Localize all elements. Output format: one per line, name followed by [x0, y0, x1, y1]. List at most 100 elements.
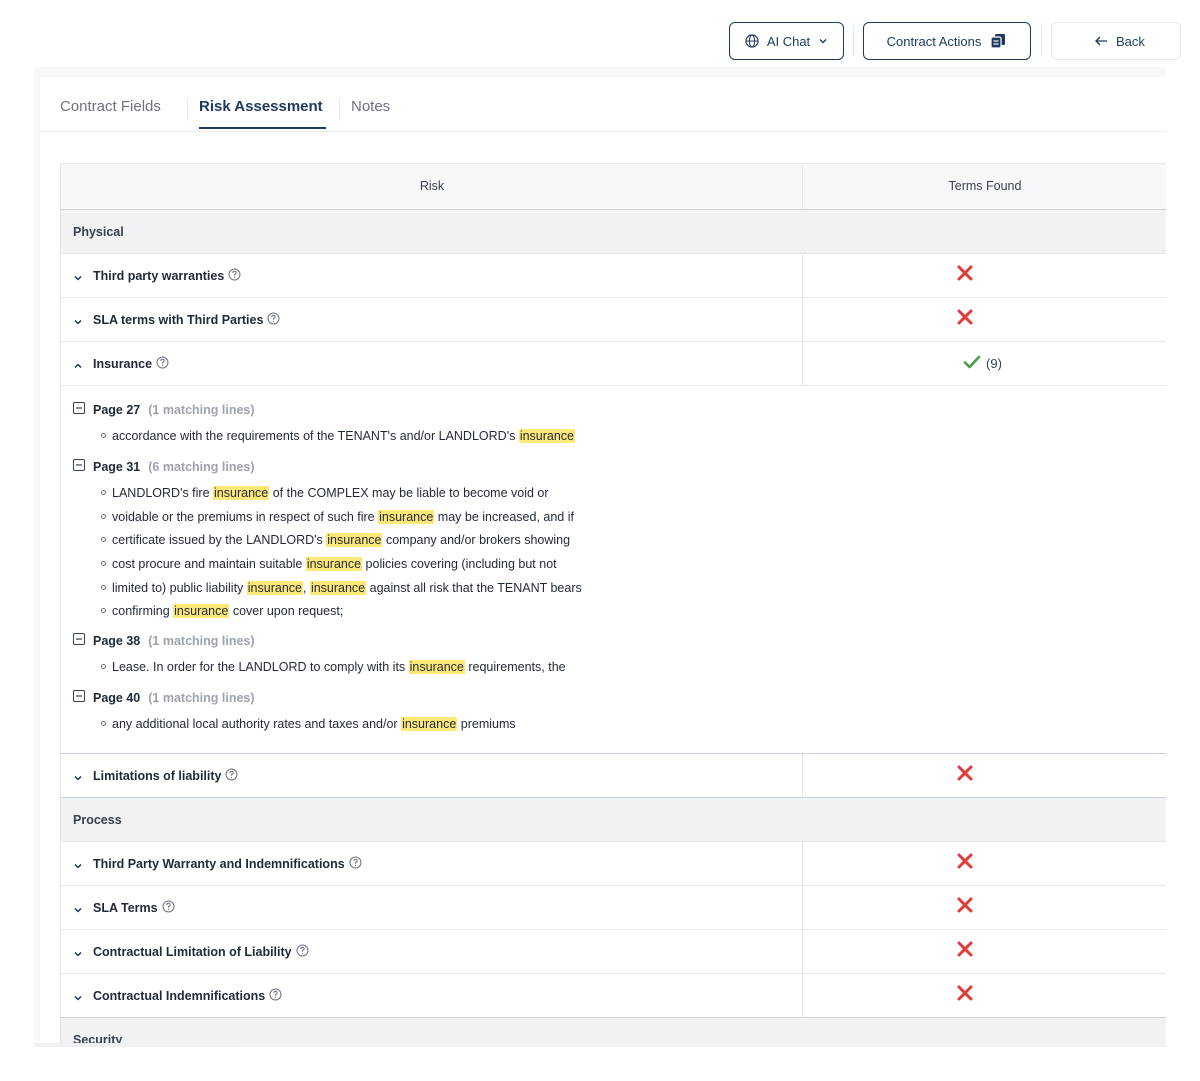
contract-actions-label: Contract Actions	[886, 33, 982, 49]
risk-row-contractual-limitation-of-liability[interactable]: Contractual Limitation of Liability	[60, 930, 1166, 974]
collapse-square-icon[interactable]	[73, 459, 85, 474]
risk-row-insurance[interactable]: Insurance (9)	[60, 342, 1166, 386]
collapse-square-icon[interactable]	[73, 690, 85, 705]
risk-label: Limitations of liability	[93, 769, 222, 783]
category-label: Physical	[73, 225, 124, 239]
tab-notes[interactable]: Notes	[351, 98, 390, 115]
help-icon[interactable]	[296, 944, 309, 960]
tab-risk-assessment[interactable]: Risk Assessment	[199, 98, 323, 115]
risk-label: Contractual Limitation of Liability	[93, 945, 292, 959]
risk-row-sla-terms-third-parties[interactable]: SLA terms with Third Parties	[60, 298, 1166, 342]
bullet	[101, 664, 106, 670]
page-label: Page 40	[93, 690, 141, 705]
page-group-header[interactable]: Page 27 (1 matching lines)	[73, 402, 255, 417]
risk-row-contractual-indemnifications[interactable]: Contractual Indemnifications	[60, 974, 1166, 1018]
keyword-highlight: insurance	[408, 660, 465, 674]
keyword-highlight: insurance	[213, 486, 270, 500]
top-toolbar: AI Chat Contract Actions Back	[0, 0, 1200, 70]
bullet	[101, 608, 106, 614]
chevron-down-icon[interactable]	[73, 314, 83, 332]
page-label: Page 27	[93, 402, 141, 417]
chevron-down-icon[interactable]	[73, 902, 83, 920]
matching-line: Lease. In order for the LANDLORD to comp…	[101, 660, 566, 674]
back-button[interactable]: Back	[1051, 22, 1181, 60]
risk-table: Risk Terms Found Physical Third party wa…	[60, 163, 1166, 1047]
help-icon[interactable]	[267, 312, 280, 328]
match-count: (9)	[986, 356, 1002, 371]
risk-label: Insurance	[93, 357, 153, 371]
bullet	[101, 537, 106, 543]
help-icon[interactable]	[156, 356, 169, 372]
page-group-header[interactable]: Page 40 (1 matching lines)	[73, 690, 255, 705]
help-icon[interactable]	[349, 856, 362, 872]
matching-lines-count: (1 matching lines)	[148, 690, 255, 705]
column-header-risk: Risk	[419, 179, 445, 193]
matching-line: cost procure and maintain suitable insur…	[101, 557, 557, 571]
cross-icon	[956, 940, 974, 963]
chevron-up-icon[interactable]	[73, 358, 83, 376]
risk-label: Third party warranties	[93, 269, 225, 283]
risk-label: Third Party Warranty and Indemnification…	[93, 857, 345, 871]
terms-found-cell	[803, 754, 1166, 797]
tab-divider	[187, 99, 188, 119]
page-group-header[interactable]: Page 38 (1 matching lines)	[73, 633, 255, 648]
column-header-terms-found: Terms Found	[948, 179, 1022, 193]
insurance-details: Page 27 (1 matching lines) accordance wi…	[60, 386, 1166, 754]
ai-chat-button[interactable]: AI Chat	[729, 22, 844, 60]
bullet	[101, 585, 106, 591]
bullet	[101, 561, 106, 567]
page-label: Page 38	[93, 633, 141, 648]
collapse-square-icon[interactable]	[73, 402, 85, 417]
keyword-highlight: insurance	[246, 581, 303, 595]
main-panel: Contract Fields Risk Assessment Notes Ri…	[34, 67, 1166, 1047]
toolbar-divider	[853, 26, 854, 56]
tab-contract-fields[interactable]: Contract Fields	[60, 98, 161, 115]
terms-found-cell	[803, 930, 1166, 973]
risk-row-sla-terms[interactable]: SLA Terms	[60, 886, 1166, 930]
matching-lines-count: (6 matching lines)	[148, 459, 255, 474]
page-group-header[interactable]: Page 31 (6 matching lines)	[73, 459, 255, 474]
keyword-highlight: insurance	[378, 510, 435, 524]
chevron-down-icon[interactable]	[73, 270, 83, 288]
contract-actions-button[interactable]: Contract Actions	[863, 22, 1031, 60]
keyword-highlight: insurance	[518, 429, 576, 443]
matching-lines-count: (1 matching lines)	[148, 402, 255, 417]
cross-icon	[956, 264, 974, 287]
chevron-down-icon	[818, 36, 828, 46]
chevron-down-icon[interactable]	[73, 990, 83, 1008]
help-icon[interactable]	[228, 268, 241, 284]
cross-icon	[956, 764, 974, 787]
ai-globe-icon	[745, 34, 759, 48]
ai-chat-label: AI Chat	[766, 33, 811, 49]
keyword-highlight: insurance	[309, 581, 367, 595]
help-icon[interactable]	[269, 988, 282, 1004]
cross-icon	[956, 852, 974, 875]
risk-label: Contractual Indemnifications	[93, 989, 266, 1003]
category-label: Process	[73, 813, 122, 827]
tab-divider	[339, 99, 340, 119]
help-icon[interactable]	[162, 900, 175, 916]
bullet	[101, 490, 106, 496]
matching-line: limited to) public liability insurance, …	[101, 581, 582, 595]
keyword-highlight: insurance	[173, 604, 230, 618]
tab-bar: Contract Fields Risk Assessment Notes	[40, 77, 1166, 132]
chevron-down-icon[interactable]	[73, 858, 83, 876]
terms-found-cell	[803, 974, 1166, 1017]
keyword-highlight: insurance	[326, 533, 383, 547]
terms-found-cell	[803, 886, 1166, 929]
risk-row-third-party-warranty-indemnifications[interactable]: Third Party Warranty and Indemnification…	[60, 842, 1166, 886]
help-icon[interactable]	[225, 768, 238, 784]
matching-line: certificate issued by the LANDLORD's ins…	[101, 533, 570, 547]
matching-lines-count: (1 matching lines)	[148, 633, 255, 648]
chevron-down-icon[interactable]	[73, 770, 83, 788]
collapse-square-icon[interactable]	[73, 633, 85, 648]
risk-row-third-party-warranties[interactable]: Third party warranties	[60, 254, 1166, 298]
terms-found-cell: (9)	[803, 342, 1166, 385]
cross-icon	[956, 984, 974, 1007]
chevron-down-icon[interactable]	[73, 946, 83, 964]
copy-documents-icon	[989, 32, 1007, 50]
matching-line: LANDLORD's fire insurance of the COMPLEX…	[101, 486, 549, 500]
risk-row-limitations-of-liability[interactable]: Limitations of liability	[60, 754, 1166, 798]
arrow-left-icon	[1094, 35, 1108, 47]
horizontal-scrollbar[interactable]	[34, 1043, 238, 1047]
